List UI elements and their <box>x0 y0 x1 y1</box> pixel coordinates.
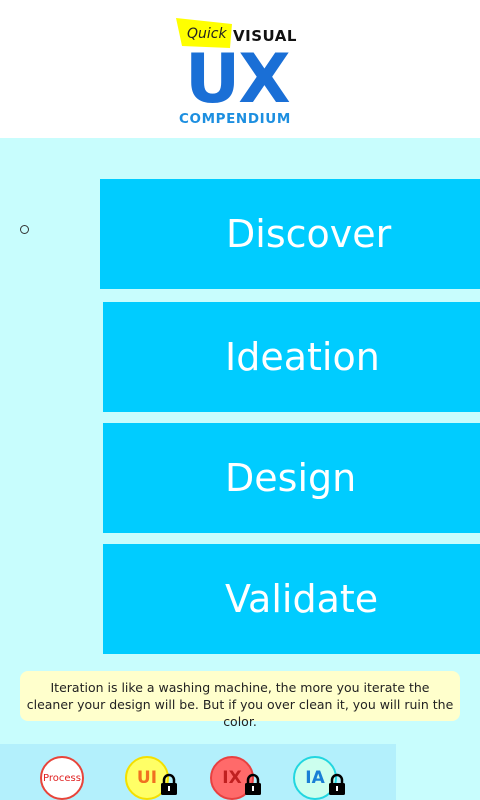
lock-icon <box>245 773 261 795</box>
logo-ux-text: UX <box>185 40 291 119</box>
stage-label: Design <box>225 456 357 500</box>
app-header: Quick VISUAL UX COMPENDIUM <box>0 0 480 138</box>
lock-icon <box>161 773 177 795</box>
lock-icon <box>329 773 345 795</box>
stage-label: Discover <box>226 212 392 256</box>
stage-label: Validate <box>225 577 379 621</box>
touch-indicator <box>20 225 29 234</box>
stage-button-validate[interactable]: Validate <box>103 544 480 654</box>
stage-label: Ideation <box>225 335 380 379</box>
stage-button-discover[interactable]: Discover <box>100 179 480 289</box>
quote-box: Iteration is like a washing machine, the… <box>20 671 460 729</box>
stage-button-design[interactable]: Design <box>103 423 480 533</box>
stage-button-ideation[interactable]: Ideation <box>103 302 480 412</box>
nav-process-button[interactable]: Process <box>40 756 84 800</box>
logo-compendium-text: COMPENDIUM <box>179 111 291 127</box>
